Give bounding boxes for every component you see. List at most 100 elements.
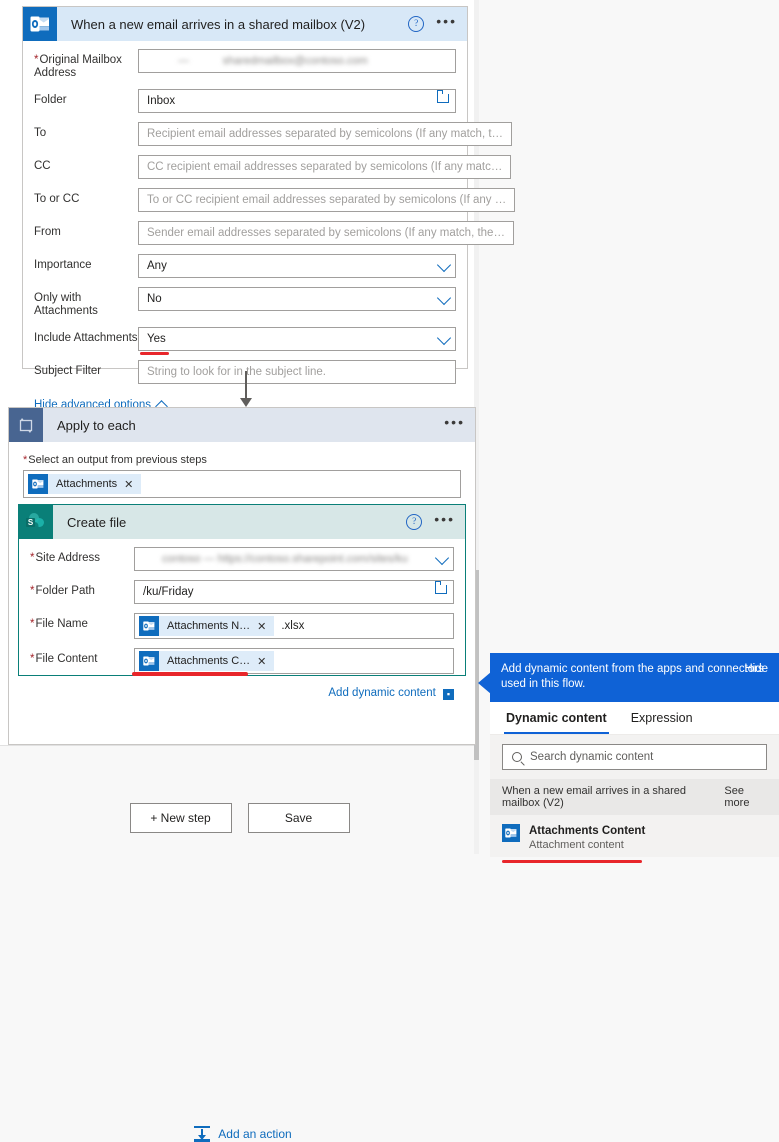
add-an-action-label: Add an action <box>218 1127 292 1141</box>
file-extension-text: .xlsx <box>281 620 305 632</box>
create-file-title: Create file <box>67 514 127 530</box>
save-button[interactable]: Save <box>247 803 350 833</box>
add-dynamic-content-badge-icon: ▪ <box>443 689 454 700</box>
create-file-card[interactable]: S Create file ? ••• *Site Address contos… <box>18 504 466 700</box>
trigger-form: *Original Mailbox Address — sharedmailbo… <box>23 41 516 384</box>
file-name-field[interactable]: Attachments N… ✕ .xlsx <box>134 613 454 639</box>
more-options-icon[interactable]: ••• <box>434 512 455 529</box>
tab-dynamic-content[interactable]: Dynamic content <box>504 702 609 734</box>
close-icon[interactable]: ✕ <box>257 655 274 668</box>
field-row-file-content: *File Content Attachments C… ✕ <box>30 648 454 676</box>
field-control[interactable]: Sender email addresses separated by semi… <box>138 221 514 245</box>
required-asterisk: * <box>34 54 39 66</box>
token-label: Attachments <box>56 478 118 490</box>
folder-path-input[interactable]: /ku/Friday <box>134 580 454 604</box>
field-label: *File Name <box>30 618 88 630</box>
token-label: Attachments N… <box>167 620 251 632</box>
field-control[interactable]: /ku/Friday <box>134 580 454 604</box>
folder-input[interactable]: Inbox <box>138 89 456 113</box>
help-icon[interactable]: ? <box>406 514 423 530</box>
required-asterisk: * <box>23 454 28 466</box>
folder-picker-icon[interactable] <box>434 581 447 594</box>
field-control[interactable]: To or CC recipient email addresses separ… <box>138 188 516 212</box>
field-control[interactable]: Any <box>138 254 456 278</box>
field-control[interactable]: Attachments N… ✕ .xlsx <box>134 613 454 639</box>
outlook-icon <box>23 7 57 41</box>
search-dynamic-content-input[interactable]: Search dynamic content <box>502 744 767 770</box>
create-file-header-actions: ? ••• <box>406 505 455 539</box>
dynamic-token-attachments[interactable]: Attachments ✕ <box>28 474 142 494</box>
field-control[interactable]: CC recipient email addresses separated b… <box>138 155 512 179</box>
annotation-underline-attachments-content <box>502 860 642 863</box>
to-or-cc-input[interactable]: To or CC recipient email addresses separ… <box>138 188 516 212</box>
field-control[interactable]: Recipient email addresses separated by s… <box>138 122 513 146</box>
field-row-original-mailbox-address: *Original Mailbox Address — sharedmailbo… <box>34 49 456 80</box>
field-label: From <box>34 226 61 238</box>
field-row-importance: Importance Any <box>34 254 456 278</box>
field-row-only-with-attachments: Only with Attachments No <box>34 287 456 318</box>
create-file-header[interactable]: S Create file ? ••• <box>19 505 465 539</box>
close-icon[interactable]: ✕ <box>124 478 141 491</box>
to-input[interactable]: Recipient email addresses separated by s… <box>138 122 513 146</box>
flow-action-buttons: + New step Save <box>0 803 479 833</box>
redacted-value: contoso — https://contoso.sharepoint.com… <box>162 553 408 565</box>
field-label: Subject Filter <box>34 365 102 377</box>
field-control[interactable]: Yes <box>138 327 456 355</box>
add-dynamic-content-link[interactable]: Add dynamic content ▪ <box>19 683 465 700</box>
apply-to-each-title: Apply to each <box>57 417 136 433</box>
field-control[interactable]: Inbox <box>138 89 456 113</box>
field-control[interactable]: — sharedmailbox@contoso.com <box>138 49 456 73</box>
field-label: Only with Attachments <box>34 292 98 317</box>
field-row-site-address: *Site Address contoso — https://contoso.… <box>30 547 454 571</box>
annotation-underline-file-content <box>132 672 248 676</box>
dynamic-content-item-text: Attachments Content Attachment content <box>529 823 645 851</box>
help-icon[interactable]: ? <box>408 16 425 32</box>
dynamic-token-attachments-content[interactable]: Attachments C… ✕ <box>139 651 275 671</box>
include-attachments-dropdown[interactable]: Yes <box>138 327 456 351</box>
field-control[interactable]: Attachments C… ✕ <box>132 648 454 676</box>
subject-filter-input[interactable]: String to look for in the subject line. <box>138 360 456 384</box>
select-output-field[interactable]: Attachments ✕ <box>23 470 461 498</box>
add-an-action-button[interactable]: Add an action <box>9 1126 477 1142</box>
trigger-card-header[interactable]: When a new email arrives in a shared mai… <box>23 7 467 41</box>
dynamic-token-attachments-name[interactable]: Attachments N… ✕ <box>139 616 275 636</box>
required-asterisk: * <box>30 618 35 630</box>
field-row-cc: CC CC recipient email addresses separate… <box>34 155 512 179</box>
apply-to-each-body: *Select an output from previous steps At… <box>9 442 475 498</box>
original-mailbox-address-input[interactable]: — sharedmailbox@contoso.com <box>138 49 456 73</box>
see-more-link[interactable]: See more <box>724 785 767 809</box>
dynamic-content-banner: Add dynamic content from the apps and co… <box>490 653 779 702</box>
search-icon <box>512 752 522 762</box>
tab-expression[interactable]: Expression <box>629 702 695 734</box>
field-label: To or CC <box>34 193 80 205</box>
field-row-to: To Recipient email addresses separated b… <box>34 122 513 146</box>
apply-to-each-header[interactable]: Apply to each ••• <box>9 408 475 442</box>
outlook-icon <box>502 824 520 842</box>
field-control[interactable]: No <box>138 287 456 311</box>
from-input[interactable]: Sender email addresses separated by semi… <box>138 221 514 245</box>
site-address-dropdown[interactable]: contoso — https://contoso.sharepoint.com… <box>134 547 454 571</box>
field-row-from: From Sender email addresses separated by… <box>34 221 514 245</box>
new-step-button[interactable]: + New step <box>129 803 232 833</box>
field-row-include-attachments: Include Attachments Yes <box>34 327 456 355</box>
field-label: Folder <box>34 94 67 106</box>
only-with-attachments-dropdown[interactable]: No <box>138 287 456 311</box>
field-label: *Site Address <box>30 552 101 564</box>
dynamic-content-item-attachments-content[interactable]: Attachments Content Attachment content <box>490 815 779 863</box>
folder-picker-icon[interactable] <box>436 90 449 103</box>
outlook-icon <box>139 651 159 671</box>
field-control[interactable]: contoso — https://contoso.sharepoint.com… <box>134 547 454 571</box>
more-options-icon[interactable]: ••• <box>436 14 457 31</box>
close-icon[interactable]: ✕ <box>257 620 274 633</box>
trigger-card[interactable]: When a new email arrives in a shared mai… <box>22 6 516 413</box>
file-content-field[interactable]: Attachments C… ✕ <box>134 648 454 674</box>
more-options-icon[interactable]: ••• <box>444 415 465 432</box>
svg-text:S: S <box>28 518 34 527</box>
importance-dropdown[interactable]: Any <box>138 254 456 278</box>
field-label: *File Content <box>30 653 98 665</box>
hide-panel-button[interactable]: Hide <box>744 662 768 677</box>
annotation-underline-include-attachments <box>140 352 169 355</box>
field-control[interactable]: String to look for in the subject line. <box>138 360 456 384</box>
cc-input[interactable]: CC recipient email addresses separated b… <box>138 155 512 179</box>
sharepoint-icon: S <box>19 505 53 539</box>
